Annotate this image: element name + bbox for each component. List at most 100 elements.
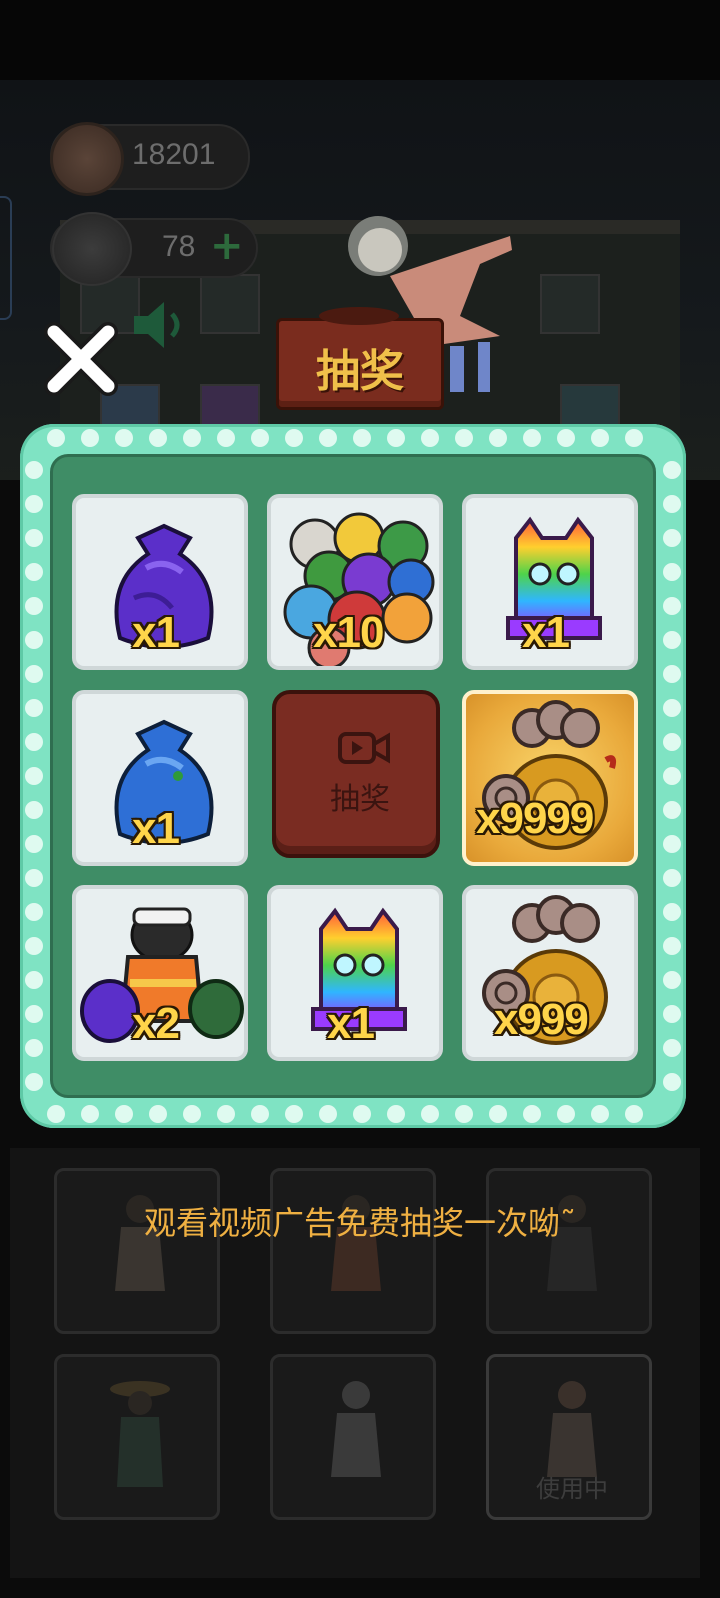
dialog-title-banner: 抽奖	[276, 288, 444, 410]
frame-bead	[663, 1073, 681, 1091]
frame-bead	[663, 937, 681, 955]
prize-quantity: x999	[494, 995, 589, 1044]
energy-counter: 78 +	[50, 212, 258, 286]
frame-bead	[251, 429, 269, 447]
side-tab[interactable]	[0, 196, 12, 320]
prize-cell-mixed-bags[interactable]: x10	[267, 494, 443, 670]
frame-bead	[421, 1105, 439, 1123]
building-window	[200, 274, 260, 334]
outfit-card[interactable]	[270, 1354, 436, 1520]
outfit-card[interactable]	[54, 1354, 220, 1520]
frame-bead	[25, 767, 43, 785]
outfit-card[interactable]	[54, 1168, 220, 1334]
prize-cell-coin-bag-small[interactable]: x999	[462, 885, 638, 1061]
outfit-card[interactable]	[486, 1168, 652, 1334]
frame-bead	[319, 1105, 337, 1123]
frame-bead	[663, 835, 681, 853]
frame-bead	[663, 801, 681, 819]
frame-bead	[591, 1105, 609, 1123]
frame-bead	[557, 429, 575, 447]
frame-bead	[217, 1105, 235, 1123]
frame-bead	[387, 429, 405, 447]
outfit-card-selected[interactable]: 使用中	[486, 1354, 652, 1520]
frame-bead	[183, 1105, 201, 1123]
prize-quantity: x10	[313, 608, 384, 657]
prize-cell-blue-bag[interactable]: x1	[72, 690, 248, 866]
draw-button-label: 抽奖	[330, 782, 390, 817]
coin-count: 18201	[132, 138, 216, 171]
frame-bead	[625, 429, 643, 447]
frame-bead	[663, 461, 681, 479]
outfit-figure	[331, 1381, 381, 1477]
prize-cell-worker-bags[interactable]: x2	[72, 885, 248, 1061]
frame-bead	[25, 903, 43, 921]
coin-icon	[50, 122, 124, 196]
frame-bead	[25, 631, 43, 649]
frame-bead	[663, 495, 681, 513]
prize-cell-purple-bag[interactable]: x1	[72, 494, 248, 670]
frame-bead	[25, 1073, 43, 1091]
frame-bead	[663, 971, 681, 989]
status-area	[0, 0, 720, 80]
frame-bead	[81, 1105, 99, 1123]
frame-bead	[663, 665, 681, 683]
frame-bead	[663, 869, 681, 887]
frame-bead	[25, 495, 43, 513]
frame-bead	[25, 529, 43, 547]
frame-bead	[183, 429, 201, 447]
frame-bead	[625, 1105, 643, 1123]
building-window	[540, 274, 600, 334]
frame-bead	[25, 869, 43, 887]
energy-count: 78	[162, 230, 196, 263]
frame-bead	[523, 1105, 541, 1123]
frame-bead	[115, 429, 133, 447]
frame-bead	[663, 529, 681, 547]
frame-bead	[663, 733, 681, 751]
frame-bead	[285, 1105, 303, 1123]
prize-cell-rainbow-box[interactable]: x1	[267, 885, 443, 1061]
frame-bead	[25, 733, 43, 751]
frame-bead	[489, 1105, 507, 1123]
frame-bead	[251, 1105, 269, 1123]
add-energy-button[interactable]: +	[210, 224, 244, 268]
energy-icon	[52, 212, 132, 286]
frame-bead	[663, 699, 681, 717]
prize-quantity: x2	[132, 999, 180, 1048]
frame-bead	[455, 429, 473, 447]
ad-hint-text: 观看视频广告免费抽奖一次呦˜	[143, 1204, 576, 1242]
frame-bead	[319, 429, 337, 447]
prize-cell-coin-bag-large[interactable]: x9999	[462, 690, 638, 866]
speaker-icon[interactable]	[130, 298, 190, 352]
frame-bead	[115, 1105, 133, 1123]
frame-bead	[47, 1105, 65, 1123]
watch-ad-draw-button[interactable]: 抽奖	[272, 690, 440, 858]
frame-bead	[663, 563, 681, 581]
frame-bead	[663, 767, 681, 785]
coin-counter: 18201	[50, 122, 250, 196]
prize-quantity: x9999	[476, 794, 594, 843]
title-box: 抽奖	[276, 307, 444, 410]
frame-bead	[25, 1005, 43, 1023]
frame-bead	[421, 429, 439, 447]
frame-bead	[663, 903, 681, 921]
frame-bead	[663, 597, 681, 615]
prize-quantity: x1	[132, 608, 180, 657]
frame-bead	[455, 1105, 473, 1123]
outfit-card[interactable]	[270, 1168, 436, 1334]
close-icon[interactable]	[40, 318, 122, 400]
frame-bead	[353, 1105, 371, 1123]
frame-bead	[25, 563, 43, 581]
frame-bead	[25, 461, 43, 479]
prize-cell-rainbow-box[interactable]: x1	[462, 494, 638, 670]
prize-quantity: x1	[522, 608, 570, 657]
frame-bead	[353, 429, 371, 447]
frame-bead	[523, 429, 541, 447]
frame-bead	[663, 1005, 681, 1023]
video-icon	[338, 732, 390, 764]
frame-bead	[663, 1039, 681, 1057]
prize-quantity: x1	[327, 999, 375, 1048]
frame-bead	[217, 429, 235, 447]
frame-bead	[47, 429, 65, 447]
frame-bead	[25, 597, 43, 615]
frame-bead	[25, 699, 43, 717]
